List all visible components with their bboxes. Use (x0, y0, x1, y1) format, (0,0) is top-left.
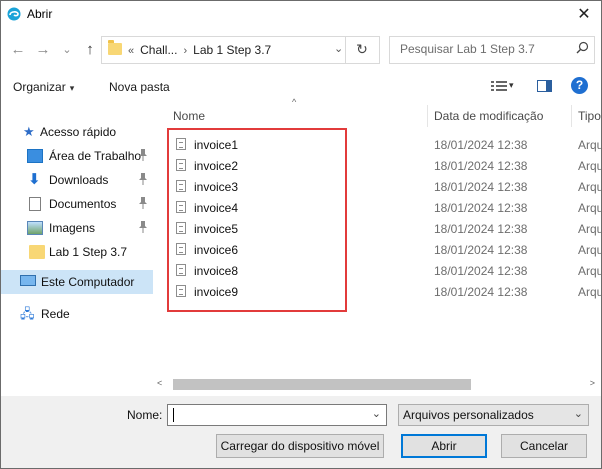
column-header-date[interactable]: Data de modificação (434, 109, 543, 131)
organize-label: Organizar (13, 80, 66, 94)
pictures-icon (27, 221, 43, 235)
sidebar-item-this-pc[interactable]: Este Computador (1, 270, 153, 294)
sidebar-item-label: Acesso rápido (40, 125, 117, 139)
caret-down-icon: ▾ (69, 83, 75, 93)
refresh-icon[interactable]: ↻ (350, 41, 374, 58)
sidebar-item-label: Imagens (49, 221, 96, 235)
window-title: Abrir (27, 7, 53, 21)
pin-icon (139, 173, 147, 185)
address-bar[interactable]: «Chall... › Lab 1 Step 3.7 ⌄ ↻ (101, 36, 380, 64)
network-icon: 🖧 (20, 306, 35, 321)
search-box[interactable] (389, 36, 595, 64)
sidebar-item-label: Rede (41, 307, 70, 321)
file-type: Arqu (578, 180, 602, 194)
column-divider[interactable] (571, 105, 572, 127)
open-button[interactable]: Abrir (401, 434, 487, 458)
sidebar-item-network[interactable]: 🖧 Rede (1, 302, 153, 326)
sidebar-item-pictures[interactable]: Imagens (1, 216, 153, 240)
documents-icon (29, 197, 41, 211)
folder-icon (29, 245, 45, 259)
file-type: Arqu (578, 285, 602, 299)
folder-icon (108, 40, 122, 55)
file-type: Arqu (578, 201, 602, 215)
download-icon: ⬇ (28, 171, 41, 188)
close-icon[interactable]: ✕ (567, 1, 601, 28)
sidebar-item-downloads[interactable]: ⬇ Downloads (1, 168, 153, 192)
star-icon: ★ (23, 124, 35, 139)
sidebar-item-lab-folder[interactable]: Lab 1 Step 3.7 (1, 240, 153, 264)
desktop-icon (27, 149, 43, 163)
up-arrow-icon[interactable]: ↑ (79, 39, 101, 61)
cancel-button[interactable]: Cancelar (501, 434, 587, 458)
breadcrumb-separator-icon: › (183, 45, 188, 57)
sort-ascending-icon: ^ (292, 97, 297, 107)
file-date: 18/01/2024 12:38 (434, 264, 528, 278)
breadcrumb: «Chall... › Lab 1 Step 3.7 (128, 43, 271, 57)
file-type-filter-select[interactable]: Arquivos personalizados ⌄ (398, 404, 589, 426)
back-arrow-icon[interactable]: ← (7, 39, 29, 61)
file-name-combobox[interactable]: ⌄ (167, 404, 387, 426)
search-icon (576, 41, 589, 54)
file-name-input[interactable] (172, 407, 362, 423)
file-type: Arqu (578, 222, 602, 236)
open-file-dialog: Abrir ✕ ← → ⌄ ↑ «Chall... › Lab 1 Step 3.7… (0, 0, 602, 469)
sidebar-item-desktop[interactable]: Área de Trabalho (1, 144, 153, 168)
file-date: 18/01/2024 12:38 (434, 201, 528, 215)
chevron-down-icon[interactable]: ⌄ (372, 407, 381, 420)
file-date: 18/01/2024 12:38 (434, 138, 528, 152)
sidebar-item-label: Documentos (49, 197, 117, 211)
breadcrumb-item-challenge[interactable]: Chall... (140, 43, 177, 57)
file-type-filter-value: Arquivos personalizados (403, 408, 534, 422)
pin-icon (139, 221, 147, 233)
file-date: 18/01/2024 12:38 (434, 159, 528, 173)
dialog-footer: Nome: ⌄ Arquivos personalizados ⌄ Carreg… (1, 396, 601, 468)
column-header-type[interactable]: Tipo (578, 109, 601, 131)
sidebar-item-quick-access[interactable]: ★ Acesso rápido (1, 120, 153, 144)
file-type: Arqu (578, 138, 602, 152)
divider (345, 37, 346, 63)
command-bar: Organizar ▾ Nova pasta ▾ ? (1, 71, 601, 103)
sidebar-item-documents[interactable]: Documentos (1, 192, 153, 216)
chevron-down-icon: ⌄ (573, 408, 583, 420)
file-name-label: Nome: (127, 408, 163, 422)
file-type: Arqu (578, 243, 602, 257)
address-dropdown-chevron-icon[interactable]: ⌄ (334, 42, 343, 55)
organize-menu-button[interactable]: Organizar ▾ (13, 80, 74, 94)
pin-icon (139, 197, 147, 209)
file-date: 18/01/2024 12:38 (434, 243, 528, 257)
highlight-box (167, 128, 347, 312)
scroll-right-icon[interactable]: > (590, 378, 595, 388)
navigation-pane: ★ Acesso rápido Área de Trabalho ⬇ Downl… (1, 104, 153, 374)
column-divider[interactable] (427, 105, 428, 127)
help-icon[interactable]: ? (571, 77, 588, 94)
change-view-icon[interactable] (491, 80, 507, 92)
file-date: 18/01/2024 12:38 (434, 222, 528, 236)
breadcrumb-overflow-icon[interactable]: « (128, 45, 140, 57)
computer-icon (20, 275, 36, 286)
sidebar-item-label: Área de Trabalho (49, 149, 142, 163)
sidebar-item-label: Lab 1 Step 3.7 (49, 245, 128, 259)
pin-icon (139, 149, 147, 161)
breadcrumb-item-lab[interactable]: Lab 1 Step 3.7 (193, 43, 271, 57)
search-input[interactable] (390, 37, 570, 61)
new-folder-button[interactable]: Nova pasta (109, 80, 170, 94)
file-type: Arqu (578, 264, 602, 278)
file-date: 18/01/2024 12:38 (434, 285, 528, 299)
forward-arrow-icon[interactable]: → (32, 39, 54, 61)
view-options-caret-icon[interactable]: ▾ (509, 80, 514, 91)
sidebar-item-label: Downloads (49, 173, 109, 187)
scrollbar-thumb[interactable] (173, 379, 471, 390)
load-from-mobile-button[interactable]: Carregar do dispositivo móvel (216, 434, 384, 458)
file-type: Arqu (578, 159, 602, 173)
edge-browser-icon (7, 7, 21, 21)
title-bar: Abrir ✕ (1, 1, 601, 28)
scroll-left-icon[interactable]: < (157, 378, 162, 388)
file-date: 18/01/2024 12:38 (434, 180, 528, 194)
horizontal-scrollbar[interactable]: < > (153, 377, 601, 394)
recent-locations-chevron-icon[interactable]: ⌄ (56, 39, 78, 61)
preview-pane-icon[interactable] (537, 80, 552, 92)
sidebar-item-label: Este Computador (41, 275, 135, 289)
